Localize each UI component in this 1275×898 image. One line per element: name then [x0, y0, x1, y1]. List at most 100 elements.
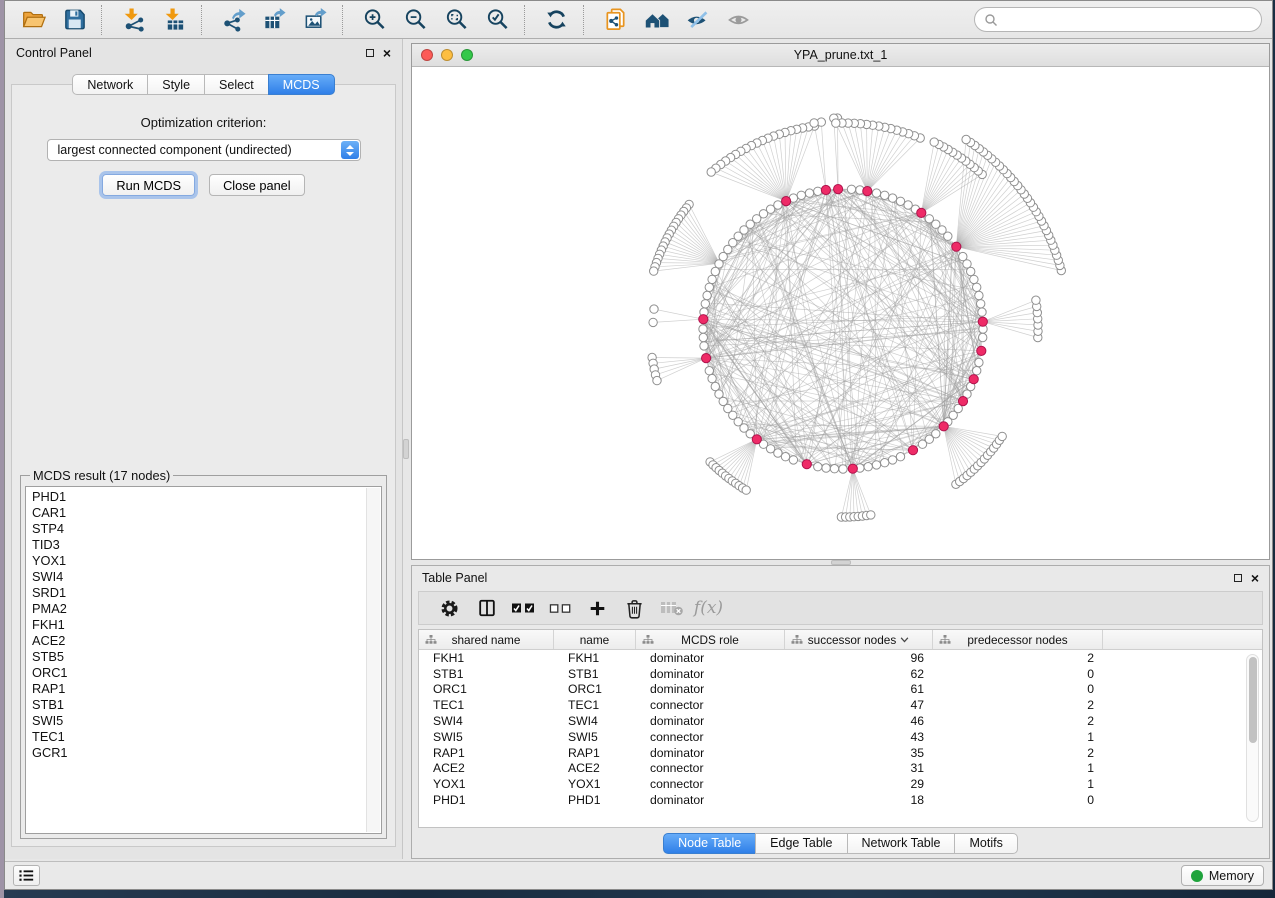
mcds-result-item[interactable]: SRD1 — [32, 585, 381, 601]
deselect-all-icon[interactable] — [542, 594, 579, 622]
table-scrollbar[interactable] — [1246, 654, 1259, 822]
cell-successor-nodes[interactable]: 46 — [785, 714, 933, 728]
table-splitter[interactable] — [411, 560, 1270, 565]
cell-successor-nodes[interactable]: 18 — [785, 793, 933, 807]
network-node[interactable] — [973, 283, 981, 291]
tab-network[interactable]: Network — [72, 74, 148, 95]
network-node[interactable] — [822, 464, 830, 472]
cell-shared-name[interactable]: STB1 — [419, 667, 554, 681]
table-row[interactable]: SWI4SWI4dominator462 — [419, 713, 1262, 729]
cell-predecessor-nodes[interactable]: 2 — [933, 746, 1103, 760]
table-row[interactable]: ORC1ORC1dominator610 — [419, 682, 1262, 698]
network-node[interactable] — [881, 459, 889, 467]
network-node[interactable] — [977, 300, 985, 308]
zoom-out-icon[interactable] — [397, 4, 434, 36]
table-row[interactable]: RAP1RAP1dominator352 — [419, 745, 1262, 761]
mcds-hub-node[interactable] — [917, 208, 926, 217]
network-node[interactable] — [978, 308, 986, 316]
refresh-layout-icon[interactable] — [538, 4, 575, 36]
cell-successor-nodes[interactable]: 43 — [785, 730, 933, 744]
table-row[interactable]: SWI5SWI5connector431 — [419, 729, 1262, 745]
cell-predecessor-nodes[interactable]: 0 — [933, 793, 1103, 807]
network-node[interactable] — [789, 456, 797, 464]
cell-shared-name[interactable]: ACE2 — [419, 761, 554, 775]
tab-style[interactable]: Style — [147, 74, 205, 95]
cell-MCDS-role[interactable]: dominator — [636, 667, 785, 681]
mcds-hub-node[interactable] — [782, 197, 791, 206]
cell-name[interactable]: ACE2 — [554, 761, 636, 775]
scrollbar-thumb[interactable] — [1249, 657, 1257, 743]
table-row[interactable]: YOX1YOX1connector291 — [419, 776, 1262, 792]
cell-MCDS-role[interactable]: dominator — [636, 714, 785, 728]
cell-name[interactable]: SWI4 — [554, 714, 636, 728]
cell-predecessor-nodes[interactable]: 2 — [933, 698, 1103, 712]
network-node[interactable] — [805, 189, 813, 197]
cell-predecessor-nodes[interactable]: 1 — [933, 777, 1103, 791]
cell-MCDS-role[interactable]: dominator — [636, 651, 785, 665]
network-node[interactable] — [975, 291, 983, 299]
mcds-hub-node[interactable] — [978, 317, 987, 326]
network-node[interactable] — [959, 252, 967, 260]
cell-MCDS-role[interactable]: connector — [636, 698, 785, 712]
cell-shared-name[interactable]: PHD1 — [419, 793, 554, 807]
node-table[interactable]: shared namenameMCDS rolesuccessor nodesp… — [418, 629, 1263, 828]
export-table-icon[interactable] — [256, 4, 293, 36]
network-node[interactable] — [925, 215, 933, 223]
tab-select[interactable]: Select — [204, 74, 269, 95]
network-node[interactable] — [998, 432, 1006, 440]
network-node[interactable] — [975, 358, 983, 366]
network-canvas[interactable] — [412, 67, 1269, 559]
mcds-hub-node[interactable] — [952, 242, 961, 251]
network-node[interactable] — [699, 325, 707, 333]
network-node[interactable] — [872, 189, 880, 197]
cell-predecessor-nodes[interactable]: 1 — [933, 730, 1103, 744]
network-node[interactable] — [970, 275, 978, 283]
mcds-hub-node[interactable] — [969, 375, 978, 384]
mcds-result-item[interactable]: STB5 — [32, 649, 381, 665]
zoom-selected-icon[interactable] — [479, 4, 516, 36]
search-field[interactable] — [974, 7, 1262, 32]
network-node[interactable] — [650, 305, 658, 313]
mcds-hub-node[interactable] — [908, 446, 917, 455]
column-header-predecessor-nodes[interactable]: predecessor nodes — [933, 630, 1103, 649]
network-node[interactable] — [814, 463, 822, 471]
mcds-hub-node[interactable] — [821, 185, 830, 194]
network-node[interactable] — [700, 342, 708, 350]
network-node[interactable] — [649, 318, 657, 326]
close-panel-button[interactable]: Close panel — [209, 174, 305, 196]
cell-name[interactable]: STB1 — [554, 667, 636, 681]
network-node[interactable] — [742, 486, 750, 494]
network-node[interactable] — [896, 453, 904, 461]
cell-shared-name[interactable]: FKH1 — [419, 651, 554, 665]
show-columns-icon[interactable] — [468, 594, 505, 622]
mcds-result-item[interactable]: YOX1 — [32, 553, 381, 569]
mcds-hub-node[interactable] — [863, 187, 872, 196]
cell-name[interactable]: YOX1 — [554, 777, 636, 791]
table-tab-edge-table[interactable]: Edge Table — [755, 833, 847, 854]
mcds-result-item[interactable]: PMA2 — [32, 601, 381, 617]
mcds-result-item[interactable]: STB1 — [32, 697, 381, 713]
network-node[interactable] — [715, 260, 723, 268]
cell-predecessor-nodes[interactable]: 0 — [933, 667, 1103, 681]
mcds-hub-node[interactable] — [977, 346, 986, 355]
mcds-result-item[interactable]: STP4 — [32, 521, 381, 537]
network-node[interactable] — [1032, 296, 1040, 304]
mcds-result-item[interactable]: ACE2 — [32, 633, 381, 649]
cell-successor-nodes[interactable]: 47 — [785, 698, 933, 712]
cell-shared-name[interactable]: YOX1 — [419, 777, 554, 791]
cell-predecessor-nodes[interactable]: 2 — [933, 714, 1103, 728]
cell-name[interactable]: SWI5 — [554, 730, 636, 744]
maximize-window-icon[interactable] — [461, 49, 473, 61]
cell-MCDS-role[interactable]: dominator — [636, 746, 785, 760]
mcds-result-item[interactable]: ORC1 — [32, 665, 381, 681]
run-mcds-button[interactable]: Run MCDS — [102, 174, 195, 196]
network-node[interactable] — [864, 463, 872, 471]
network-node[interactable] — [881, 191, 889, 199]
mcds-result-item[interactable]: GCR1 — [32, 745, 381, 761]
select-all-icon[interactable] — [505, 594, 542, 622]
task-history-button[interactable] — [13, 865, 40, 886]
cell-successor-nodes[interactable]: 96 — [785, 651, 933, 665]
network-node[interactable] — [930, 138, 938, 146]
show-all-icon[interactable] — [720, 4, 757, 36]
network-node[interactable] — [832, 119, 840, 127]
